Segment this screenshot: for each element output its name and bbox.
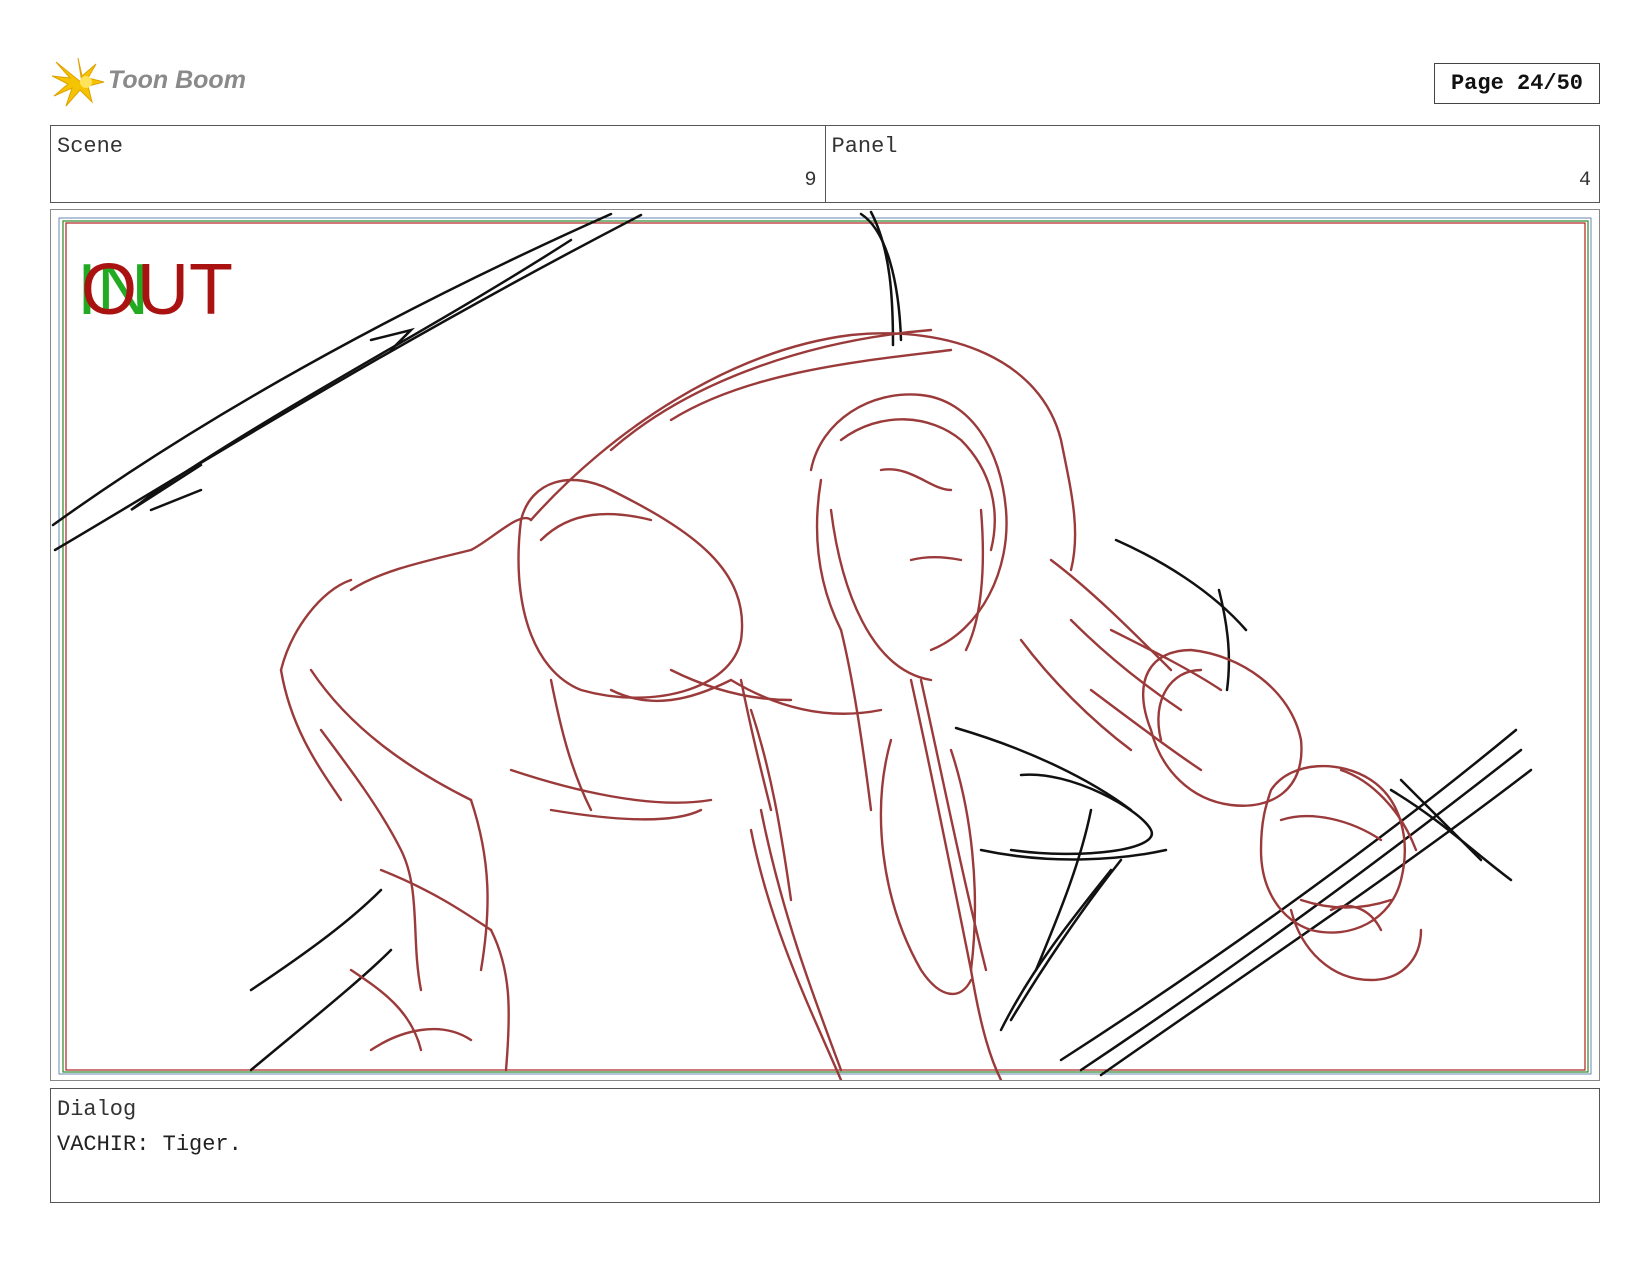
frame-border-green	[62, 220, 1589, 1073]
page-indicator: Page 24/50	[1434, 63, 1600, 104]
scene-number: 9	[804, 169, 817, 192]
dialog-label: Dialog	[57, 1097, 137, 1122]
frame-border-red	[65, 222, 1586, 1071]
scene-panel-row: Scene 9 Panel 4	[50, 125, 1600, 203]
red-figure-sketch	[279, 328, 1423, 1080]
black-sketch-lines	[51, 210, 1533, 1077]
panel-label: Panel	[831, 134, 898, 159]
scene-cell: Scene 9	[51, 126, 825, 202]
sketch-drawing: IN OUT	[51, 210, 1592, 1080]
dialog-text: VACHIR: Tiger.	[57, 1132, 242, 1157]
toon-boom-logo: Toon Boom	[52, 56, 312, 110]
panel-cell: Panel 4	[824, 126, 1600, 202]
starburst-icon	[52, 57, 105, 107]
scene-label: Scene	[57, 134, 124, 159]
panel-number: 4	[1578, 169, 1591, 192]
dialog-box: Dialog VACHIR: Tiger.	[50, 1088, 1600, 1203]
logo-text: Toon Boom	[108, 66, 246, 94]
out-marker: OUT	[81, 250, 233, 330]
storyboard-frame: IN OUT	[50, 209, 1600, 1081]
